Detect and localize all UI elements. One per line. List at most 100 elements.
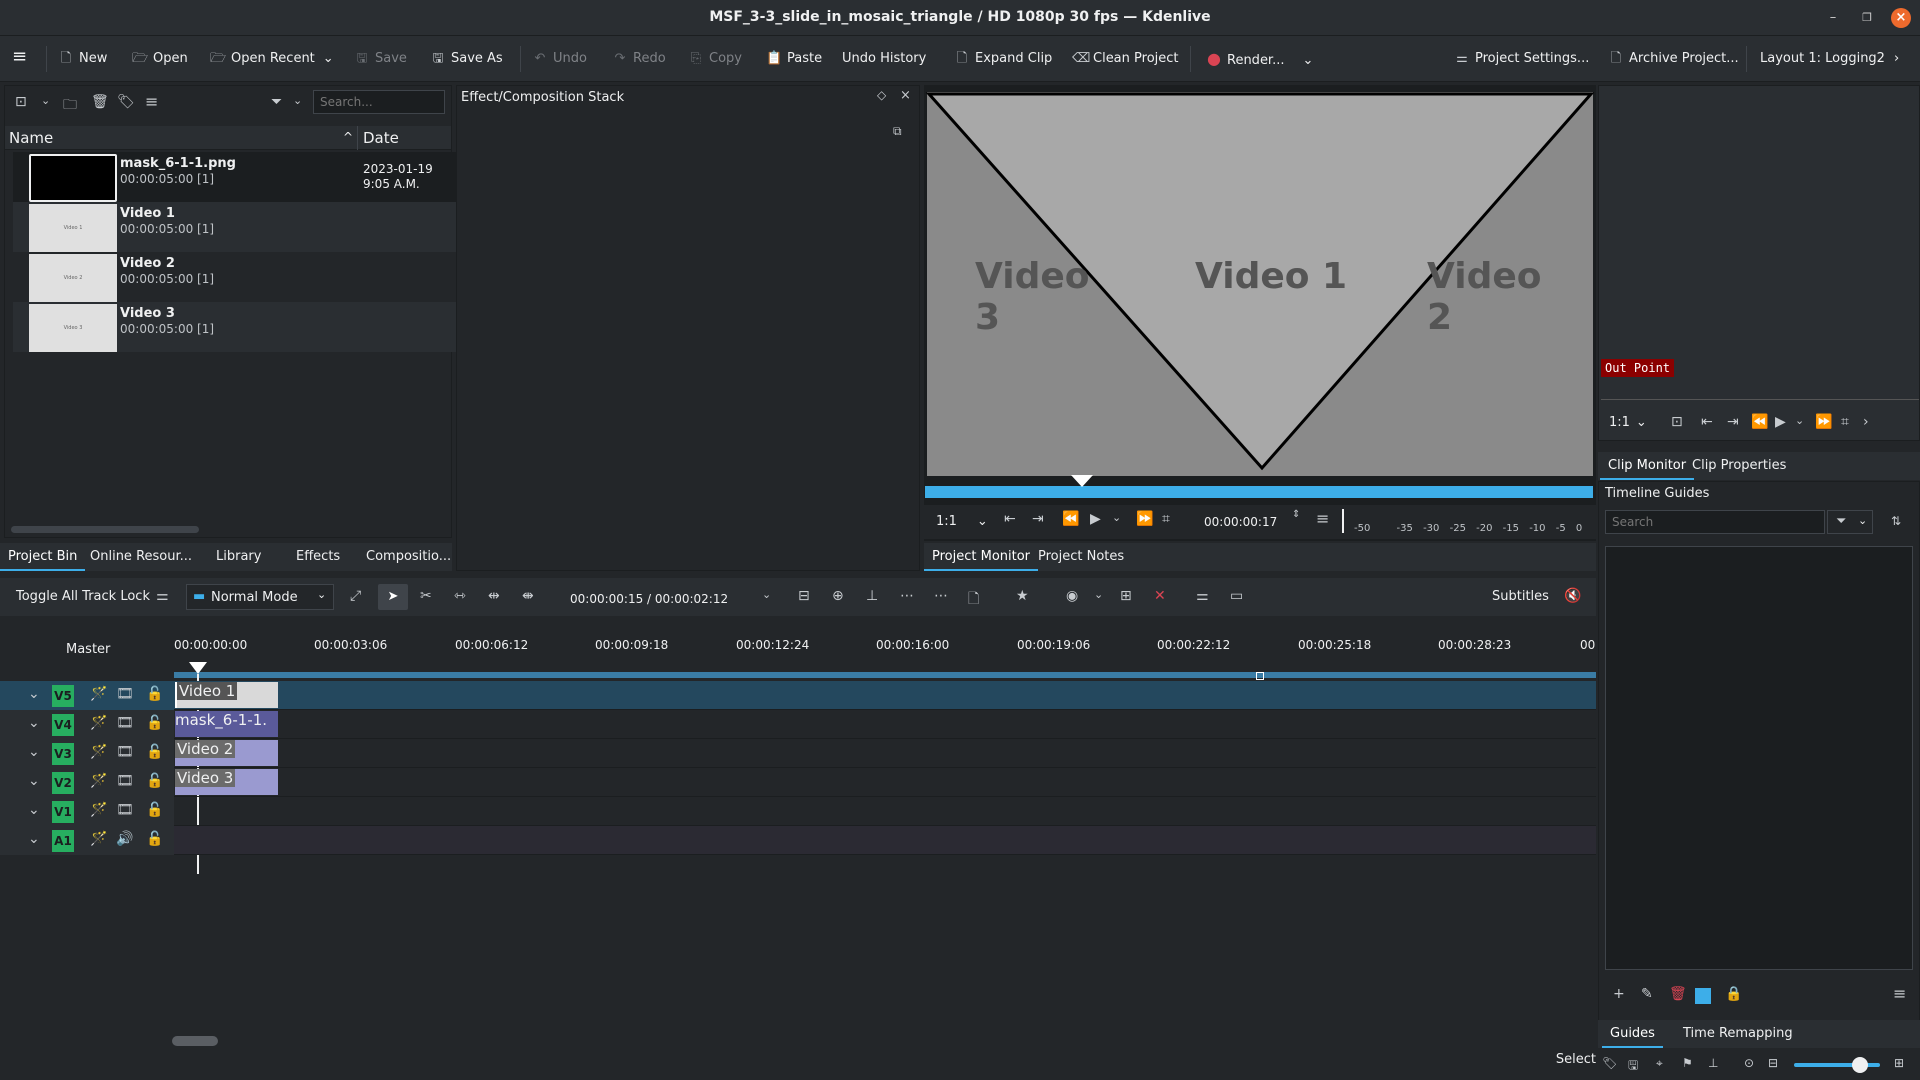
add-folder-icon[interactable]: 🗀 <box>63 94 77 118</box>
clean-project-button[interactable]: ⌫ Clean Project <box>1072 48 1179 70</box>
undo-button[interactable]: ↶ Undo <box>532 48 587 70</box>
minimize-icon[interactable]: – <box>1823 8 1843 28</box>
undo-history-button[interactable]: Undo History <box>842 48 926 70</box>
timeline-playhead[interactable] <box>189 662 207 674</box>
playhead-marker[interactable] <box>1071 475 1093 487</box>
tab-online-resources[interactable]: Online Resour... <box>82 543 200 571</box>
extract-zone-icon[interactable]: ⋯ <box>934 588 948 604</box>
redo-button[interactable]: ↷ Redo <box>612 48 666 70</box>
snap-icon[interactable]: ⌖ <box>1656 1056 1663 1071</box>
view-mode-icon[interactable]: ⊡ <box>15 94 27 110</box>
filter-icon[interactable]: ⏷ <box>271 94 282 110</box>
favorite-star-icon[interactable]: ★ <box>1016 588 1029 604</box>
razor-tool-icon[interactable]: ✂ <box>420 588 432 604</box>
tab-guides[interactable]: Guides <box>1602 1020 1663 1048</box>
timeline-clip[interactable]: mask_6-1-1. <box>175 711 278 737</box>
set-out-icon[interactable]: ⇥ <box>1727 414 1739 430</box>
tag-icon[interactable]: 🏷 <box>117 94 135 110</box>
zoom-out-icon[interactable]: ⊟ <box>1768 1056 1778 1070</box>
track-v4[interactable]: ⌄ V4 🪄 🎞 🔓 mask_6-1-1. <box>0 710 1596 739</box>
timecode-spinner-icon[interactable]: ⇕ <box>1292 509 1300 520</box>
clip-ruler[interactable] <box>1601 388 1919 400</box>
set-in-icon[interactable]: ⇤ <box>1004 511 1016 527</box>
monitor-ruler[interactable] <box>925 486 1593 498</box>
chevron-down-icon[interactable]: ⌄ <box>41 94 50 107</box>
zoom-in-icon[interactable]: ⊞ <box>1894 1056 1904 1070</box>
menu-icon[interactable]: ≡ <box>1893 984 1906 1003</box>
guides-search-input[interactable] <box>1605 510 1825 534</box>
mute-icon[interactable]: 🔇 <box>1564 588 1581 604</box>
menu-icon[interactable]: ≡ <box>1316 509 1329 528</box>
bin-item[interactable]: Video 3 Video 3 00:00:05:00 [1] <box>13 302 457 352</box>
copy-button[interactable]: ⎘ Copy <box>688 48 742 70</box>
add-guide-icon[interactable]: + <box>1613 986 1625 1002</box>
subtitle-track-icon[interactable]: ▭ <box>1230 588 1243 604</box>
track-v1[interactable]: ⌄ V1 🪄 🎞 🔓 <box>0 797 1596 826</box>
split-view-icon[interactable]: ⧉ <box>893 124 902 139</box>
chevron-down-icon[interactable]: ⌄ <box>762 588 771 601</box>
subtitles-button[interactable]: Subtitles <box>1492 586 1549 608</box>
tab-clip-properties[interactable]: Clip Properties <box>1684 452 1794 480</box>
sort-icon[interactable]: ⇅ <box>1891 514 1901 528</box>
edit-guide-icon[interactable]: ✎ <box>1641 986 1653 1002</box>
tab-clip-monitor[interactable]: Clip Monitor <box>1600 452 1695 480</box>
chevron-right-icon[interactable]: › <box>1894 48 1899 70</box>
master-label[interactable]: Master <box>66 642 110 657</box>
col-date-header[interactable]: Date <box>363 129 399 147</box>
timeline-scrollbar[interactable] <box>172 1036 218 1046</box>
tab-project-monitor[interactable]: Project Monitor <box>924 543 1039 571</box>
timeline-position[interactable]: 00:00:00:15 / 00:00:02:12 <box>570 588 728 610</box>
zoom-fit-icon[interactable]: ⊙ <box>1744 1056 1754 1070</box>
select-tool-icon[interactable]: ➤ <box>378 584 408 610</box>
fit-icon[interactable]: ⊡ <box>1671 414 1683 430</box>
bin-item[interactable]: mask_6-1-1.png 00:00:05:00 [1] 2023-01-1… <box>13 152 457 202</box>
lift-icon[interactable]: ⊥ <box>866 588 878 604</box>
timeline-ruler[interactable]: 00:00:00:00 00:00:03:06 00:00:06:12 00:0… <box>174 638 1596 666</box>
set-in-icon[interactable]: ⇤ <box>1701 414 1713 430</box>
delete-icon[interactable]: 🗑 <box>91 94 109 110</box>
flag-icon[interactable]: ⚑ <box>1682 1056 1693 1070</box>
set-out-icon[interactable]: ⇥ <box>1032 511 1044 527</box>
track-settings-icon[interactable]: ⚌ <box>156 588 169 604</box>
split-icon[interactable]: ⊥ <box>1708 1056 1718 1070</box>
mixer-icon[interactable]: ⚌ <box>1196 588 1209 604</box>
track-v2[interactable]: ⌄ V2 🪄 🎞 🔓 Video 3 <box>0 768 1596 797</box>
track-v5[interactable]: ⌄ V5 🪄 🎞 🔓 Video 1 <box>0 681 1596 710</box>
tag-icon[interactable]: 🏷 <box>1602 1056 1617 1070</box>
render-button[interactable]: ● Render... ⌄ <box>1206 48 1313 70</box>
save-as-button[interactable]: 🖫 Save As <box>430 48 502 70</box>
multicam-tool-icon[interactable]: ⇼ <box>522 588 534 604</box>
forward-icon[interactable]: ⏩ <box>1815 414 1832 430</box>
track-a1[interactable]: ⌄ A1 🪄 🔊 🔓 <box>0 826 1596 855</box>
timeline-clip[interactable]: Video 1 <box>175 682 278 708</box>
close-icon[interactable]: × <box>1891 8 1911 28</box>
restore-icon[interactable]: ❐ <box>1857 8 1877 28</box>
spacer-tool-icon[interactable]: ⤢ <box>350 588 361 604</box>
overwrite-icon[interactable]: ⊟ <box>798 588 810 604</box>
chevron-right-icon[interactable]: › <box>1863 414 1869 430</box>
timeline[interactable]: Master 00:00:00:00 00:00:03:06 00:00:06:… <box>0 618 1596 1080</box>
extract-icon[interactable]: ⋯ <box>900 588 914 604</box>
record-audio-icon[interactable]: ◉ <box>1066 588 1078 604</box>
horizontal-scrollbar[interactable] <box>11 526 199 533</box>
play-icon[interactable]: ▶ <box>1775 414 1786 430</box>
save-icon[interactable]: 🖫 <box>1628 1056 1638 1077</box>
timeline-zone-bar[interactable] <box>174 672 1596 678</box>
project-file-icon[interactable]: 🗋 <box>968 588 979 612</box>
save-button[interactable]: 🖫 Save <box>354 48 406 70</box>
float-panel-icon[interactable]: ◇ <box>877 88 886 102</box>
timeline-clip[interactable]: Video 3 <box>175 769 278 795</box>
rewind-icon[interactable]: ⏪ <box>1062 511 1079 527</box>
chevron-down-icon[interactable]: ⌄ <box>1112 511 1121 524</box>
tab-project-bin[interactable]: Project Bin <box>0 543 86 571</box>
forward-icon[interactable]: ⏩ <box>1136 511 1153 527</box>
zone-handle[interactable] <box>1256 672 1264 680</box>
loop-zone-icon[interactable]: ⌗ <box>1841 414 1849 430</box>
rewind-icon[interactable]: ⏪ <box>1751 414 1768 430</box>
paste-button[interactable]: 📋 Paste <box>766 48 822 70</box>
lock-icon[interactable]: 🔒 <box>1725 986 1742 1002</box>
tab-effects[interactable]: Effects <box>288 543 348 571</box>
bin-item[interactable]: Video 2 Video 2 00:00:05:00 [1] <box>13 252 457 302</box>
guides-list[interactable] <box>1605 546 1913 970</box>
open-recent-button[interactable]: 🗁 Open Recent ⌄ <box>210 48 334 70</box>
